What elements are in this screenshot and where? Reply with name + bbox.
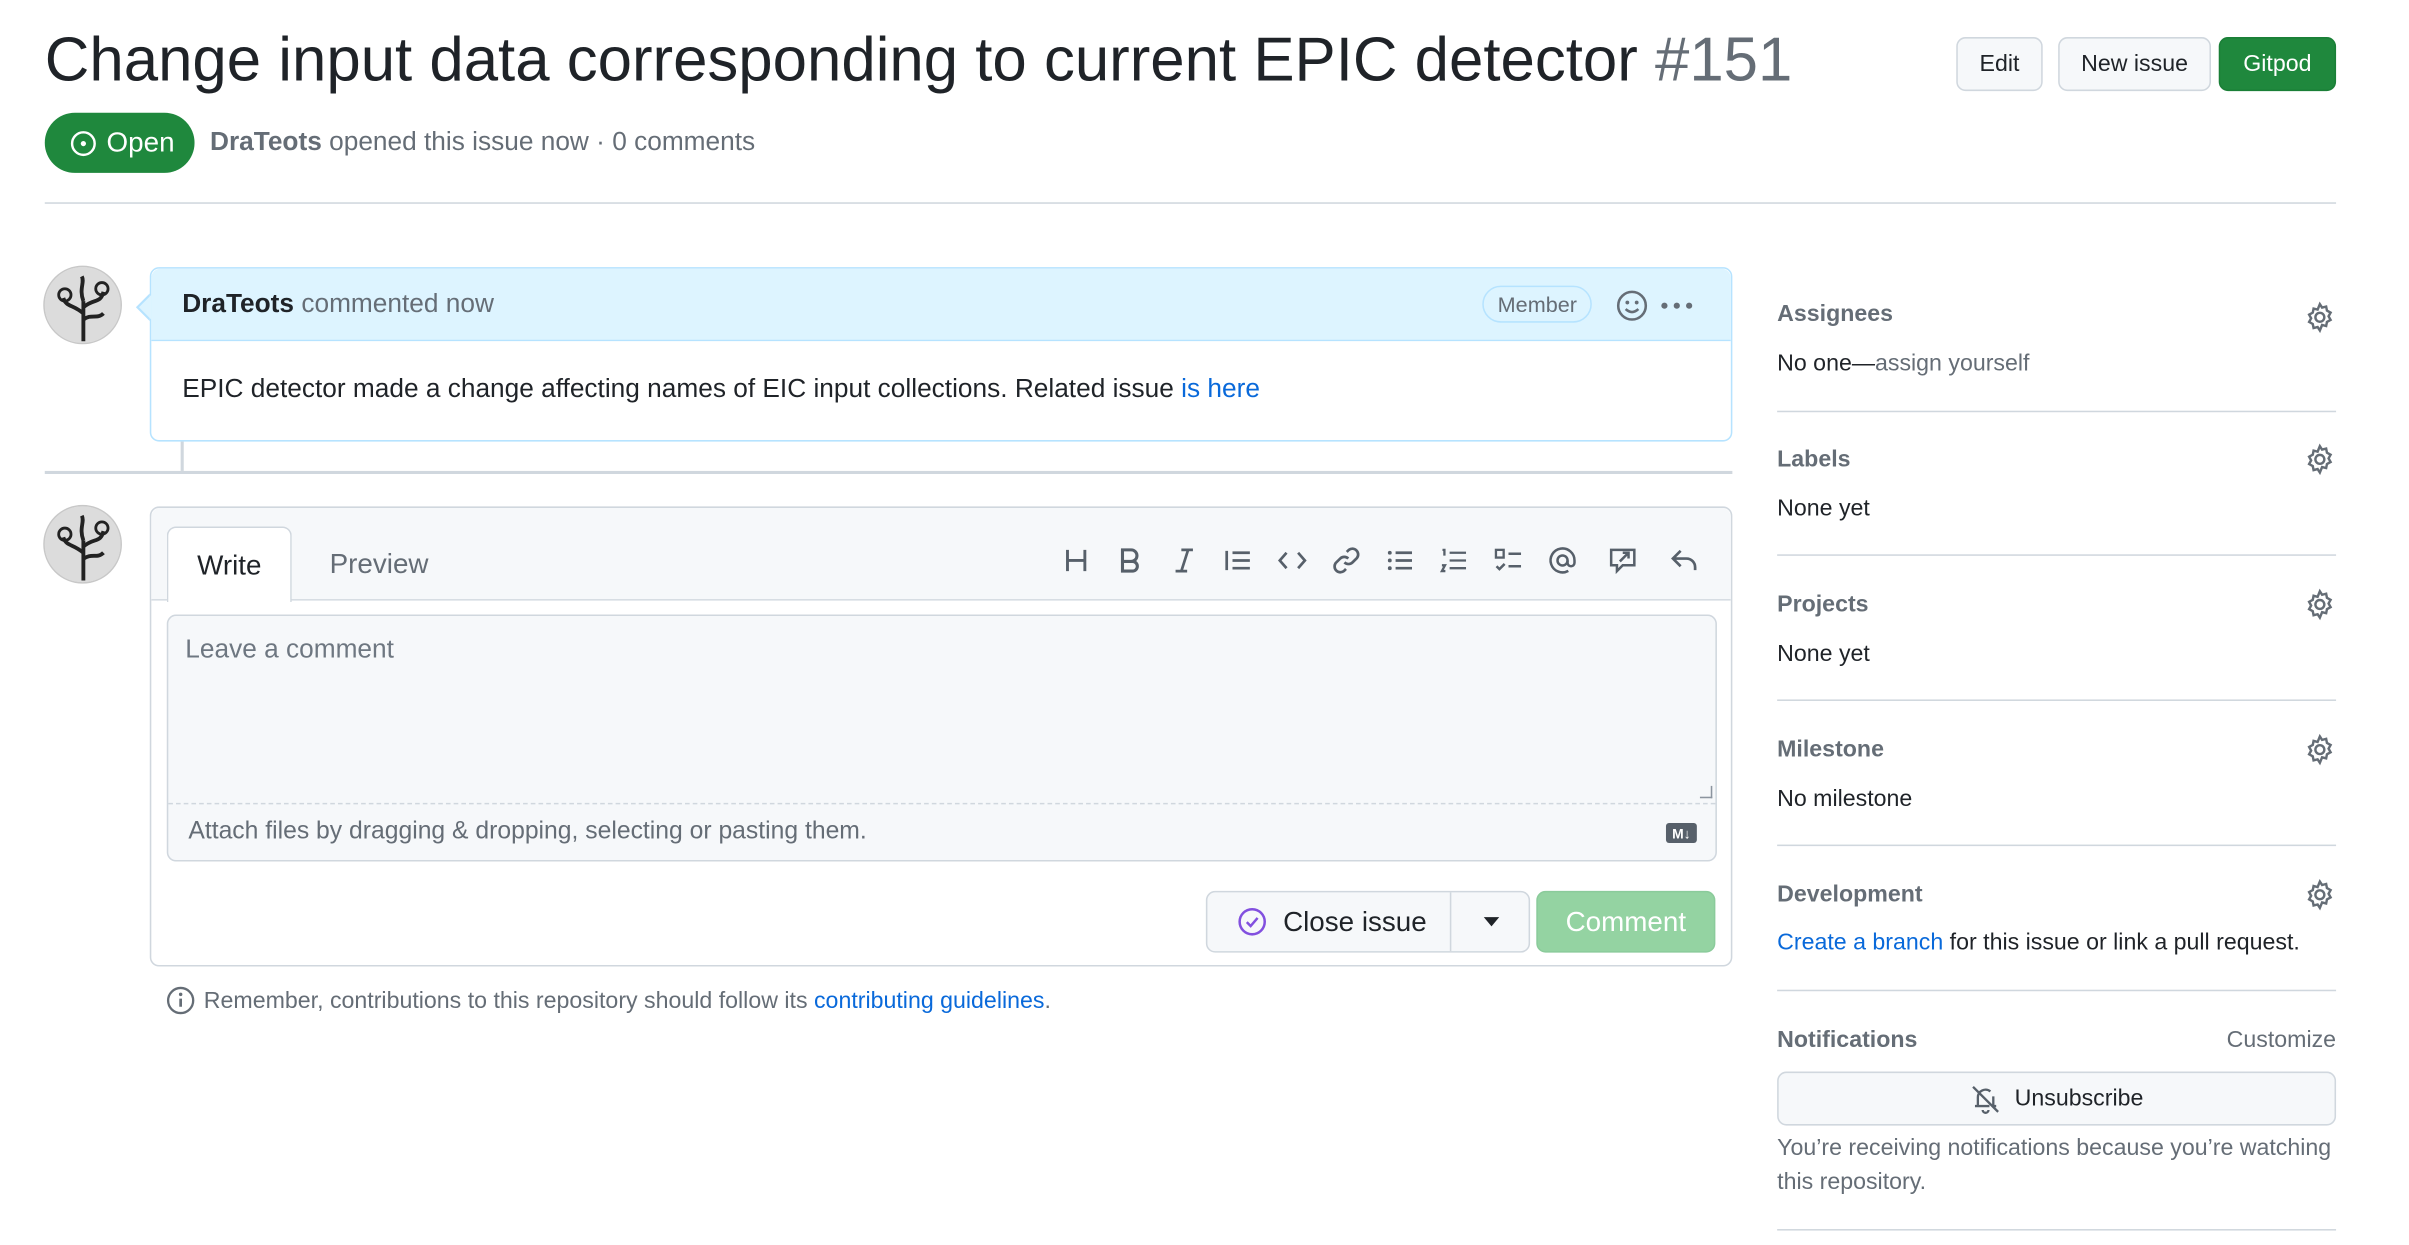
sidebar-divider [1777, 699, 2337, 701]
customize-link[interactable]: Customize [2227, 1027, 2336, 1053]
reference-icon[interactable] [1604, 542, 1641, 579]
new-issue-button[interactable]: New issue [2058, 37, 2212, 92]
close-issue-button[interactable]: Close issue [1207, 892, 1452, 952]
development-value: Create a branch for this issue or link a… [1777, 929, 2300, 955]
comment-author-line: DraTeots commented now [182, 289, 494, 320]
sidebar-development-title[interactable]: Development [1777, 882, 1922, 908]
close-issue-dropdown[interactable] [1451, 892, 1530, 951]
assignees-value: No one—assign yourself [1777, 350, 2029, 376]
comment-timestamp[interactable]: commented now [301, 289, 494, 318]
sidebar-divider [1777, 844, 2337, 847]
bold-icon[interactable] [1112, 542, 1149, 579]
issue-state-label: Open [106, 126, 175, 158]
gear-icon[interactable] [2304, 443, 2336, 476]
gear-icon[interactable] [2304, 878, 2336, 911]
unsubscribe-label: Unsubscribe [2014, 1085, 2144, 1112]
ordered-list-icon[interactable] [1436, 542, 1473, 579]
notifications-note: You’re receiving notifications because y… [1777, 1134, 2332, 1196]
add-reaction-icon[interactable] [1615, 289, 1649, 323]
sidebar-divider [1777, 989, 2337, 992]
issue-closed-icon [1238, 907, 1266, 936]
assignees-none: No one— [1777, 350, 1875, 377]
avatar[interactable] [43, 265, 122, 345]
assign-yourself-link[interactable]: assign yourself [1875, 350, 2029, 376]
mention-icon[interactable] [1544, 542, 1581, 579]
markdown-icon[interactable]: M↓ [1665, 822, 1697, 844]
avatar[interactable] [43, 504, 122, 584]
timeline-line [180, 441, 184, 471]
attach-files-bar[interactable]: Attach files by dragging & dropping, sel… [168, 802, 1716, 862]
sidebar-divider [1777, 554, 2337, 556]
issue-number: #151 [1654, 26, 1793, 95]
issue-author-link[interactable]: DraTeots [210, 127, 322, 156]
contributing-note-text: Remember, contributions to this reposito… [203, 987, 808, 1014]
task-list-icon[interactable] [1490, 542, 1527, 579]
projects-value: None yet [1777, 640, 1870, 668]
contributing-guidelines-link[interactable]: contributing guidelines [814, 987, 1044, 1013]
info-icon [166, 986, 195, 1015]
create-branch-link[interactable]: Create a branch [1777, 929, 1943, 955]
quote-icon[interactable] [1220, 542, 1257, 579]
labels-value: None yet [1777, 495, 1870, 522]
comment-header: DraTeots commented now Member [151, 268, 1731, 342]
editor-toolbar: Write Preview [151, 507, 1731, 603]
close-issue-label: Close issue [1283, 905, 1427, 937]
attach-files-text: Attach files by dragging & dropping, sel… [188, 818, 867, 845]
code-icon[interactable] [1274, 542, 1311, 579]
milestone-value: No milestone [1777, 785, 1913, 813]
related-issue-link[interactable]: is here [1181, 374, 1260, 403]
sidebar-labels-title[interactable]: Labels [1777, 446, 1850, 472]
kebab-menu-icon[interactable] [1660, 289, 1694, 323]
edit-button[interactable]: Edit [1956, 37, 2043, 92]
issue-comment: DraTeots commented now Member EPIC detec… [149, 267, 1733, 442]
sidebar-divider [1777, 1229, 2337, 1231]
comment-editor: Write Preview Leave a comment Attach fil… [149, 506, 1733, 967]
gear-icon[interactable] [2304, 733, 2336, 766]
resize-grip[interactable] [1699, 785, 1713, 799]
sidebar-notifications-title: Notifications [1777, 1026, 1918, 1054]
unordered-list-icon[interactable] [1382, 542, 1419, 579]
comment-body: EPIC detector made a change affecting na… [182, 374, 1260, 405]
issue-state-badge: Open [44, 112, 195, 173]
member-badge: Member [1482, 285, 1593, 323]
comment-textarea[interactable] [168, 616, 1716, 803]
close-issue-group: Close issue [1205, 890, 1531, 953]
gear-icon[interactable] [2304, 301, 2336, 334]
italic-icon[interactable] [1166, 542, 1203, 579]
sidebar-projects-title[interactable]: Projects [1777, 591, 1868, 617]
link-icon[interactable] [1328, 542, 1365, 579]
sidebar-divider [1777, 410, 2337, 413]
comment-pointer-fill [138, 294, 152, 320]
gear-icon[interactable] [2304, 588, 2336, 621]
header-divider [44, 202, 2337, 204]
contributing-note: Remember, contributions to this reposito… [165, 985, 1051, 1016]
contributing-note-end: . [1044, 987, 1051, 1014]
timeline-divider [44, 470, 1733, 475]
issue-meta: DraTeots opened this issue now · 0 comme… [210, 127, 755, 158]
sidebar-assignees-title[interactable]: Assignees [1777, 301, 1893, 327]
issue-open-icon [70, 130, 96, 156]
issue-title-text: Change input data corresponding to curre… [44, 26, 1638, 95]
gitpod-button[interactable]: Gitpod [2218, 37, 2337, 92]
issue-title: Change input data corresponding to curre… [45, 22, 1793, 99]
development-text: for this issue or link a pull request. [1949, 929, 2300, 956]
heading-icon[interactable] [1058, 542, 1095, 579]
comment-textarea-wrap: Attach files by dragging & dropping, sel… [166, 614, 1717, 862]
comment-author-link[interactable]: DraTeots [182, 289, 294, 318]
comment-button[interactable]: Comment [1536, 890, 1716, 953]
caret-down-icon [1483, 917, 1499, 927]
comment-body-text: EPIC detector made a change affecting na… [182, 373, 1174, 403]
tab-write[interactable]: Write [166, 526, 292, 603]
unsubscribe-button[interactable]: Unsubscribe [1777, 1071, 2337, 1126]
issue-meta-text: opened this issue now · 0 comments [329, 126, 756, 156]
reply-icon[interactable] [1666, 542, 1703, 579]
sidebar-milestone-title[interactable]: Milestone [1777, 736, 1884, 762]
tab-preview[interactable]: Preview [315, 527, 443, 601]
bell-slash-icon [1971, 1085, 1999, 1114]
